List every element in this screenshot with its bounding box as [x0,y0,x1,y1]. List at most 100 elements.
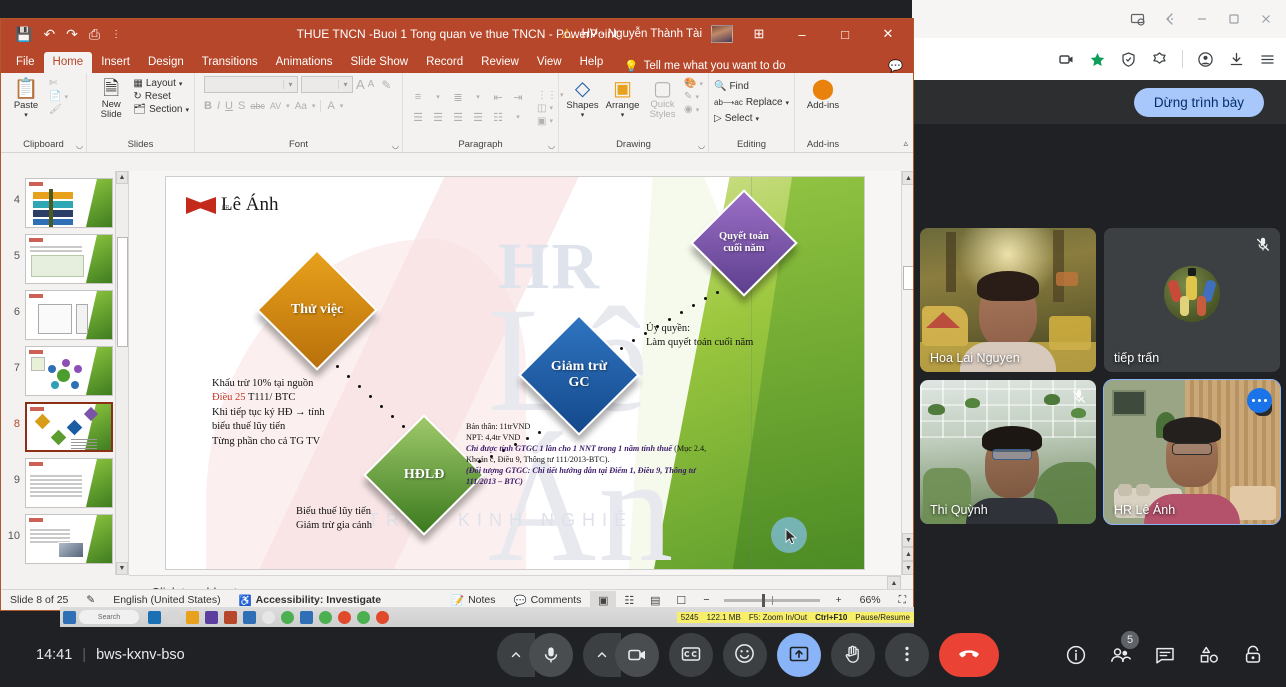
meeting-details-button[interactable] [1065,644,1087,666]
align-center-button[interactable]: ☰ [433,111,443,124]
taskbar-app-icon[interactable] [281,611,294,624]
select-button[interactable]: ▷ Select ▾ [714,113,789,124]
leave-call-button[interactable] [939,633,999,677]
quick-styles-button[interactable]: ▢ Quick Styles [644,76,681,121]
taskbar-app-icon[interactable] [186,611,199,624]
stop-presenting-button[interactable]: Dừng trình bày [1134,88,1264,117]
scroll-up-button[interactable]: ▲ [116,171,128,184]
thumbnail-preview-selected[interactable] [25,402,113,452]
thumbnails-scrollbar[interactable]: ▲ ▼ [115,171,128,575]
slide-scrollbar-thumb[interactable] [903,266,914,290]
tile-more-options-icon[interactable] [1247,388,1272,413]
taskbar-app-icon[interactable] [338,611,351,624]
present-now-button[interactable] [777,633,821,677]
increase-indent-button[interactable]: ⇥ [513,91,522,104]
taskbar-app-icon[interactable] [357,611,370,624]
reactions-button[interactable] [723,633,767,677]
raise-hand-button[interactable] [831,633,875,677]
extensions-icon[interactable] [1151,51,1168,68]
chevron-down-icon[interactable]: ▾ [756,115,760,123]
thumbnail-item-9[interactable]: 9 [1,455,128,511]
strikethrough-button[interactable]: abc [250,101,265,111]
slide-counter[interactable]: Slide 8 of 25 [1,594,77,606]
taskbar-app-icon[interactable] [262,611,275,624]
text-block-thu-viec[interactable]: Khấu trừ 10% tại nguồn Điều 25 T111/ BTC… [212,377,372,449]
previous-slide-button[interactable]: ▲ [902,547,914,561]
warning-icon[interactable]: ⚠ [561,26,573,42]
tab-help[interactable]: Help [571,52,613,73]
find-button[interactable]: 🔍 Find [714,81,789,92]
avatar[interactable] [711,25,733,43]
scroll-down-button[interactable]: ▼ [116,562,128,575]
taskbar-app-icon[interactable] [319,611,332,624]
start-button-icon[interactable] [63,611,76,624]
paragraph-dialog-launcher-icon[interactable]: ◡ [548,141,555,150]
chevron-down-icon[interactable]: ▾ [340,102,344,110]
back-arrow-icon[interactable] [1162,11,1178,27]
video-record-icon[interactable] [1058,51,1075,68]
chevron-down-icon[interactable]: ▾ [312,102,316,110]
start-presentation-icon[interactable]: ⎙ [89,26,100,43]
star-icon[interactable] [1089,51,1106,68]
arrange-button[interactable]: ▣ Arrange ▾ [604,76,641,119]
thumbnail-item-8[interactable]: 8 [1,399,128,455]
participant-tile-tiep-tran[interactable]: tiếp trấn [1104,228,1280,372]
notes-scroll-up-button[interactable]: ▲ [887,576,901,590]
redo-icon[interactable]: ↷ [66,26,78,43]
character-spacing-button[interactable]: AV [270,101,281,111]
minimize-button[interactable]: – [785,27,819,42]
comments-icon[interactable]: 💬 [888,59,913,73]
thumbnail-preview[interactable] [25,178,113,228]
taskbar-app-icon[interactable] [205,611,218,624]
thumbnail-item-6[interactable]: 6 [1,287,128,343]
tell-me-search[interactable]: 💡 Tell me what you want to do [624,59,785,73]
tab-record[interactable]: Record [417,52,472,73]
text-block-uy-quyen[interactable]: Ủy quyền: Làm quyết toán cuối năm [646,322,836,351]
format-painter-button[interactable]: 🖌 [49,104,68,115]
participant-tile-hr-le-anh[interactable]: HR Lê Ánh [1104,380,1280,524]
activities-button[interactable] [1198,644,1220,666]
thumbnail-item-4[interactable]: 4 [1,175,128,231]
slide-vertical-scrollbar[interactable]: ▲ ▼ ▲ ▼ [901,171,914,575]
captions-button[interactable] [669,633,713,677]
decrease-indent-button[interactable]: ⇤ [493,91,502,104]
comments-toggle-button[interactable]: 💬 Comments [505,594,591,607]
taskbar-search[interactable]: Search [79,610,139,624]
copy-button[interactable]: 📄▾ [49,91,68,102]
chevron-down-icon[interactable]: ▾ [786,99,790,107]
host-controls-button[interactable] [1242,644,1264,666]
shapes-button[interactable]: ◇ Shapes ▾ [564,76,601,119]
thumbnail-preview[interactable] [25,290,113,340]
spell-check-icon[interactable]: ✎ [77,594,104,606]
language-indicator[interactable]: English (United States) [104,594,229,606]
chevron-down-icon[interactable]: ▾ [24,111,28,119]
zoom-slider-handle[interactable] [762,594,765,607]
next-slide-button[interactable]: ▼ [902,561,914,575]
participants-button[interactable]: 5 [1109,644,1132,667]
shape-outline-button[interactable]: ✎ ▾ [684,91,703,102]
slide-scroll-up-button[interactable]: ▲ [902,171,914,185]
browser-maximize-icon[interactable] [1226,11,1242,27]
taskbar-app-icon[interactable] [243,611,256,624]
bold-button[interactable]: B [204,100,212,112]
chevron-down-icon[interactable]: ▾ [185,106,189,114]
paste-button[interactable]: 📋 Paste ▾ [6,76,46,119]
columns-button[interactable]: ☷ [493,111,503,124]
taskbar-app-icon[interactable] [148,611,161,624]
close-button[interactable]: ✕ [871,26,905,42]
participant-tile-hoa-lai-nguyen[interactable]: Hoa Lai Nguyen [920,228,1096,372]
tab-file[interactable]: File [7,52,44,73]
chevron-down-icon[interactable]: ▾ [476,93,480,101]
align-left-button[interactable]: ☰ [413,111,423,124]
cut-button[interactable]: ✄ [49,78,68,89]
text-shadow-button[interactable]: S [238,100,245,112]
slide-editing-area[interactable]: HR Lê Án TRAO KINH NGHIỆ Lê Ánh HR [129,171,901,575]
chevron-down-icon[interactable]: ▾ [179,80,183,88]
font-size-input[interactable]: ▾ [301,76,353,93]
align-right-button[interactable]: ☰ [453,111,463,124]
clipboard-dialog-launcher-icon[interactable]: ◡ [76,141,83,150]
justify-button[interactable]: ☰ [473,111,483,124]
microphone-button[interactable] [497,633,573,677]
font-dialog-launcher-icon[interactable]: ◡ [392,141,399,150]
thumbnail-preview[interactable] [25,234,113,284]
